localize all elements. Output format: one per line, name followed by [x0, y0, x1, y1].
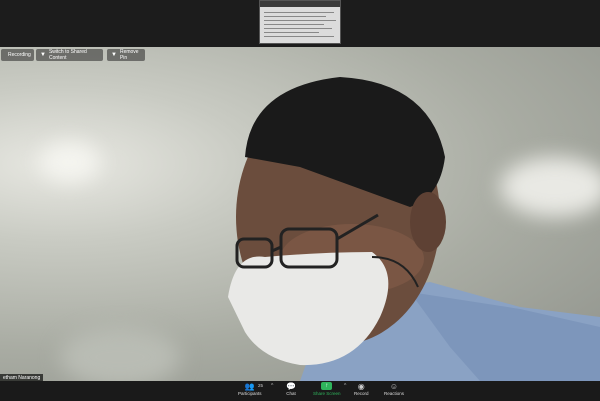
thumbnail-line	[264, 36, 334, 37]
participant-video	[0, 47, 600, 381]
person-figure	[228, 77, 600, 381]
thumbnail-line	[264, 28, 332, 29]
switch-to-shared-content-button[interactable]: ▼ Switch to Shared Content	[36, 49, 103, 61]
chat-label: Chat	[286, 391, 296, 396]
participants-label: Participants	[238, 391, 262, 396]
participants-button[interactable]: 👥 Participants 25	[238, 382, 264, 396]
record-icon: ◉	[357, 382, 365, 391]
reactions-label: Reactions	[384, 391, 405, 396]
reactions-button[interactable]: ☺ Reactions	[384, 382, 404, 396]
chat-icon: 💬	[286, 382, 296, 391]
participants-options-chevron-icon[interactable]: ^	[271, 383, 273, 389]
top-thumbnail-strip	[0, 0, 600, 47]
pin-icon: ▼	[111, 52, 117, 58]
share-screen-icon: ↑	[321, 382, 333, 390]
recording-indicator[interactable]: Recording	[1, 49, 34, 61]
thumbnail-line	[264, 12, 334, 13]
share-screen-button[interactable]: ↑ Share Screen	[313, 382, 341, 396]
record-button[interactable]: ◉ Record	[354, 382, 369, 396]
participants-icon: 👥	[244, 382, 255, 391]
thumbnail-titlebar	[260, 1, 340, 7]
remove-pin-label: Remove Pin	[119, 49, 139, 61]
shared-screen-thumbnail[interactable]	[259, 0, 341, 44]
thumbnail-line	[264, 32, 319, 33]
share-options-chevron-icon[interactable]: ^	[344, 383, 346, 389]
switch-shared-label: Switch to Shared Content	[48, 49, 87, 61]
reactions-icon: ☺	[389, 382, 399, 391]
pin-icon: ▼	[40, 52, 46, 58]
thumbnail-line	[264, 24, 324, 25]
recording-label: Recording	[8, 52, 31, 58]
chat-button[interactable]: 💬 Chat	[286, 382, 296, 396]
thumbnail-line	[264, 16, 326, 17]
thumbnail-line	[264, 20, 336, 21]
record-label: Record	[354, 391, 369, 396]
remove-pin-button[interactable]: ▼ Remove Pin	[107, 49, 145, 61]
share-screen-label: Share Screen	[313, 391, 341, 396]
participants-count: 25	[258, 383, 264, 388]
meeting-toolbar: 👥 Participants 25 ^ 💬 Chat ↑ Share Scree…	[0, 381, 600, 401]
